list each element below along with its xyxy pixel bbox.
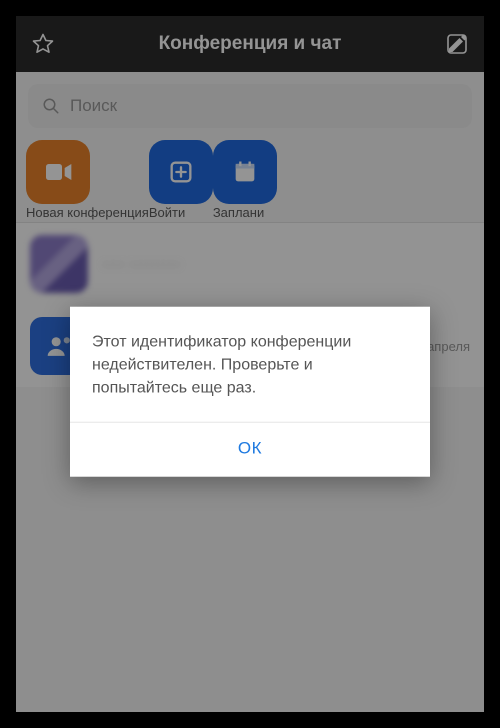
device-frame: Конференция и чат Поиск Новая конференци…	[0, 0, 500, 728]
dialog-ok-button[interactable]: ОК	[70, 423, 430, 477]
error-dialog: Этот идентификатор конференции недействи…	[70, 307, 430, 478]
app-screen: Конференция и чат Поиск Новая конференци…	[16, 16, 484, 712]
dialog-message: Этот идентификатор конференции недействи…	[70, 307, 430, 423]
